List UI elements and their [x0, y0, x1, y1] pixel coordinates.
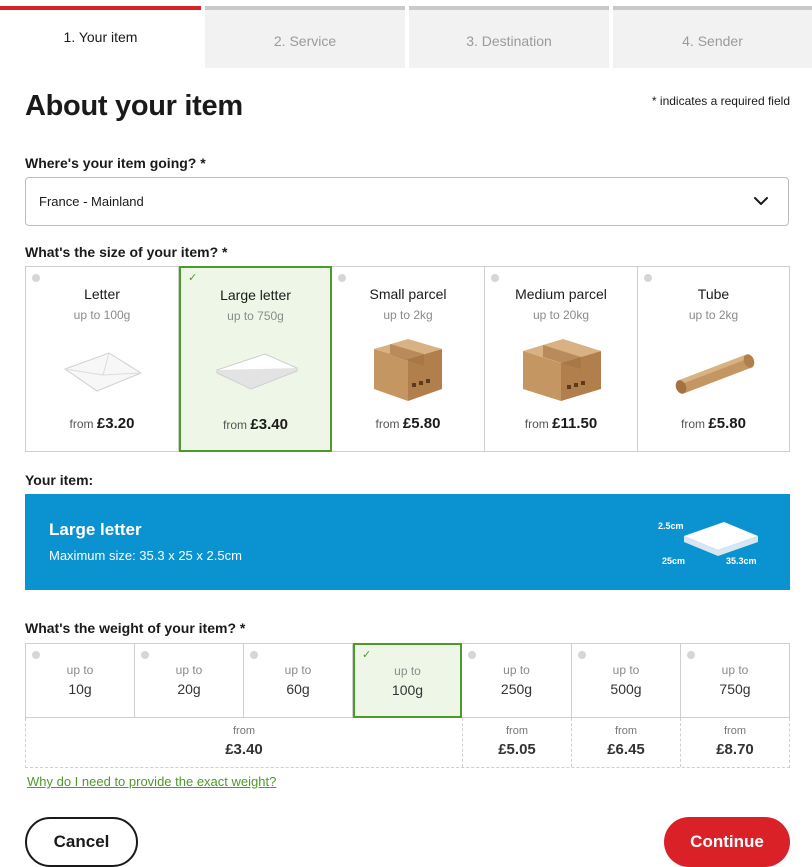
radio-icon	[491, 274, 499, 282]
size-limit: up to 2kg	[383, 308, 433, 322]
price-group: from £8.70	[681, 718, 789, 767]
radio-icon	[644, 274, 652, 282]
size-name: Letter	[84, 286, 120, 302]
price-value: £5.05	[498, 741, 536, 758]
weight-value: 10g	[68, 681, 92, 697]
size-option-large-letter[interactable]: ✓ Large letter up to 750g from £3.40	[179, 266, 332, 452]
weight-option-20g[interactable]: up to 20g	[135, 644, 244, 717]
tab-sender[interactable]: 4. Sender	[613, 6, 812, 68]
size-option-medium-parcel[interactable]: Medium parcel up to 20kg from £11.50	[485, 267, 638, 451]
small-box-icon	[374, 339, 442, 401]
weight-upto: up to	[175, 663, 203, 677]
weight-value: 20g	[177, 681, 201, 697]
weight-value: 500g	[610, 681, 642, 697]
size-name: Tube	[697, 286, 730, 302]
weight-value: 60g	[286, 681, 310, 697]
destination-label: Where's your item going? *	[25, 155, 206, 171]
price-value: £8.70	[716, 741, 754, 758]
weight-value: 250g	[500, 681, 533, 697]
dim-length: 35.3cm	[726, 556, 757, 566]
item-summary-banner: Large letter Maximum size: 35.3 x 25 x 2…	[25, 494, 790, 590]
size-name: Large letter	[220, 287, 291, 303]
check-icon: ✓	[188, 272, 198, 284]
size-option-tube[interactable]: Tube up to 2kg from £5.80	[638, 267, 789, 451]
weight-upto: up to	[612, 663, 640, 677]
price-value: £3.40	[225, 741, 263, 758]
why-exact-weight-link[interactable]: Why do I need to provide the exact weigh…	[27, 774, 276, 789]
price-from: from	[233, 725, 255, 737]
size-options: Letter up to 100g from £3.20 ✓ Large let…	[25, 266, 790, 452]
tube-icon	[675, 354, 754, 394]
page-title: About your item	[25, 90, 243, 122]
chevron-down-icon	[754, 197, 768, 205]
tab-destination[interactable]: 3. Destination	[409, 6, 609, 68]
weight-upto: up to	[394, 664, 421, 678]
price-from: from	[615, 725, 637, 737]
medium-box-icon	[523, 339, 601, 401]
destination-value: France - Mainland	[39, 194, 144, 209]
price-value: £6.45	[607, 741, 645, 758]
tab-service[interactable]: 2. Service	[205, 6, 405, 68]
weight-option-500g[interactable]: up to 500g	[572, 644, 681, 717]
weight-upto: up to	[66, 663, 94, 677]
size-price: from £3.20	[69, 415, 135, 432]
weight-option-250g[interactable]: up to 250g	[462, 644, 572, 717]
size-name: Medium parcel	[515, 286, 607, 302]
price-group: from £3.40	[26, 718, 463, 767]
radio-icon	[141, 651, 149, 659]
item-title: Large letter	[49, 520, 142, 539]
size-limit: up to 2kg	[688, 308, 739, 322]
continue-button[interactable]: Continue	[664, 817, 790, 867]
size-price: from £5.80	[375, 415, 441, 432]
size-price: from £5.80	[681, 415, 746, 432]
radio-icon	[338, 274, 346, 282]
price-group: from £5.05	[463, 718, 572, 767]
weight-option-60g[interactable]: up to 60g	[244, 644, 353, 717]
price-from: from	[506, 725, 528, 737]
radio-icon	[468, 651, 476, 659]
step-tabs: 1. Your item 2. Service 3. Destination 4…	[0, 6, 812, 72]
size-price: from £11.50	[524, 415, 598, 432]
weight-label: What's the weight of your item? *	[25, 620, 246, 636]
cancel-button[interactable]: Cancel	[25, 817, 138, 867]
weight-options: up to 10g up to 20g up to 60g ✓ up to 10…	[25, 643, 790, 718]
weight-upto: up to	[284, 663, 312, 677]
check-icon: ✓	[362, 649, 372, 661]
size-option-letter[interactable]: Letter up to 100g from £3.20	[26, 267, 179, 451]
size-name: Small parcel	[369, 286, 447, 302]
size-limit: up to 20kg	[532, 308, 590, 322]
radio-icon	[32, 274, 40, 282]
weight-option-10g[interactable]: up to 10g	[26, 644, 135, 717]
size-limit: up to 750g	[227, 309, 284, 323]
your-item-label: Your item:	[25, 472, 94, 488]
radio-icon	[250, 651, 258, 659]
large-letter-dimensions-icon: 2.5cm 25cm 35.3cm	[658, 521, 758, 566]
envelope-icon	[63, 352, 143, 392]
dim-width: 25cm	[662, 556, 685, 566]
weight-upto: up to	[503, 663, 530, 677]
weight-prices: from £3.40 from £5.05 from £6.45 from £8…	[25, 718, 790, 768]
size-option-small-parcel[interactable]: Small parcel up to 2kg from £5.80	[332, 267, 485, 451]
weight-option-100g[interactable]: ✓ up to 100g	[353, 643, 462, 718]
weight-option-750g[interactable]: up to 750g	[681, 644, 789, 717]
large-letter-icon	[215, 353, 298, 390]
radio-icon	[32, 651, 40, 659]
weight-value: 750g	[719, 681, 751, 697]
weight-upto: up to	[721, 663, 749, 677]
tab-your-item[interactable]: 1. Your item	[0, 6, 201, 72]
dim-height: 2.5cm	[658, 521, 684, 531]
size-label: What's the size of your item? *	[25, 244, 228, 260]
size-price: from £3.40	[223, 416, 288, 433]
destination-select[interactable]: France - Mainland	[25, 177, 789, 226]
required-field-note: * indicates a required field	[651, 94, 790, 108]
price-from: from	[724, 725, 746, 737]
price-group: from £6.45	[572, 718, 681, 767]
radio-icon	[578, 651, 586, 659]
radio-icon	[687, 651, 695, 659]
size-limit: up to 100g	[73, 308, 131, 322]
weight-value: 100g	[391, 682, 424, 698]
item-max-size: Maximum size: 35.3 x 25 x 2.5cm	[49, 548, 242, 563]
